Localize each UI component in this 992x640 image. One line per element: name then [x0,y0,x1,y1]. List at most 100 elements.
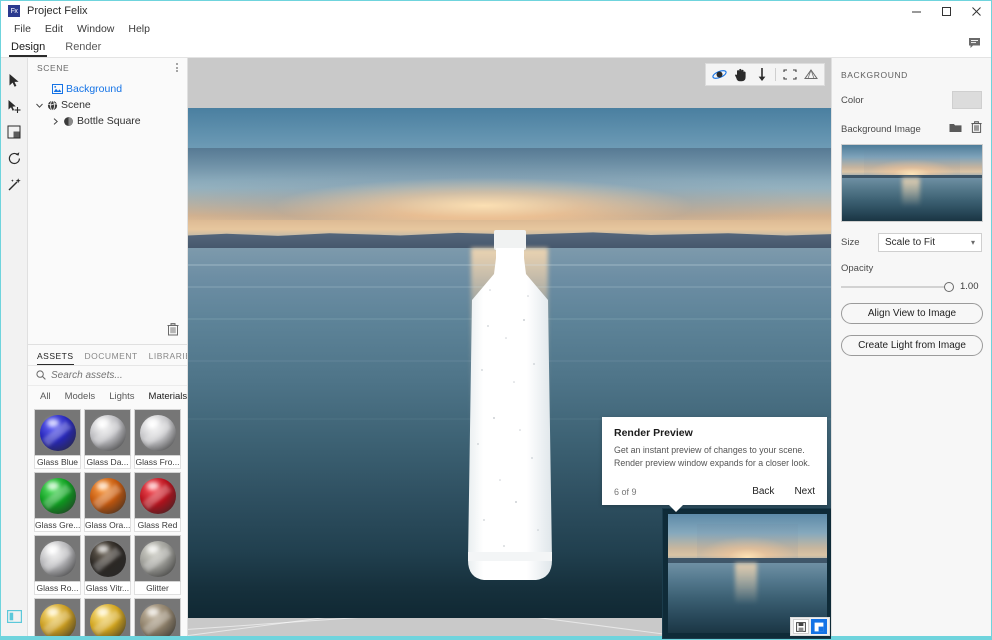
asset-thumbnail[interactable] [34,598,81,639]
maximize-button[interactable] [931,1,961,21]
scene-item-bottle-square[interactable]: Bottle Square [28,113,187,129]
asset-label: Glitter [134,582,181,595]
asset-thumbnail[interactable] [84,598,131,639]
tab-document[interactable]: DOCUMENT [85,351,138,365]
filter-lights[interactable]: Lights [103,389,140,404]
material-sphere-icon [139,540,176,577]
application-window: Fx Project Felix File Edit Window Help D… [0,0,992,640]
save-icon[interactable] [793,619,809,634]
opacity-slider-handle[interactable] [944,281,954,292]
rotate-tool[interactable] [3,145,25,171]
viewport-canvas[interactable] [188,58,831,639]
move-tool[interactable] [3,93,25,119]
minimize-button[interactable] [901,1,931,21]
sun-rays [368,134,651,222]
scale-tool[interactable] [3,119,25,145]
asset-item[interactable]: Gold Cl... [34,598,81,639]
size-select[interactable]: Scale to Fit ▾ [878,233,982,252]
asset-item[interactable]: Glass Vitr... [84,535,131,595]
coach-next-button[interactable]: Next [794,486,815,497]
search-input[interactable] [51,370,169,381]
magic-wand-tool[interactable] [3,171,25,197]
title-bar: Fx Project Felix [1,1,991,21]
properties-panel-title: BACKGROUND [841,70,908,80]
asset-thumbnail[interactable] [134,409,181,456]
render-preview-window[interactable] [662,508,831,639]
chevron-right-icon[interactable] [50,117,61,125]
scene-item-background[interactable]: Background [28,81,187,97]
render-preview-image [668,514,827,633]
tool-rail [1,58,28,639]
asset-item[interactable]: Glass Da... [84,409,131,469]
kebab-menu-icon[interactable] [173,60,181,75]
scene-item-label: Bottle Square [77,115,141,127]
folder-icon[interactable] [949,120,962,138]
asset-thumbnail[interactable] [34,409,81,456]
filter-models[interactable]: Models [59,389,102,404]
menu-bar: File Edit Window Help [1,21,991,37]
asset-item[interactable]: Glass Ora... [84,472,131,532]
asset-thumbnail[interactable] [84,472,131,519]
color-swatch[interactable] [952,91,982,109]
tab-libraries[interactable]: LIBRARIES [149,351,187,365]
asset-item[interactable]: Glitter [134,535,181,595]
create-light-from-image-button[interactable]: Create Light from Image [841,335,983,356]
asset-thumbnail[interactable] [134,535,181,582]
assets-tab-bar: ASSETS DOCUMENT LIBRARIES [28,345,187,366]
coach-tip-arrow [668,504,684,512]
select-tool[interactable] [3,67,25,93]
chevron-down-icon[interactable] [34,103,45,108]
scene-delete-button[interactable] [167,323,179,341]
scene-panel-title: SCENE [37,62,70,73]
material-sphere-icon [39,540,76,577]
asset-thumbnail[interactable] [34,472,81,519]
asset-item[interactable]: Glass Blue [34,409,81,469]
filter-all[interactable]: All [34,389,57,404]
trash-icon[interactable] [971,120,982,138]
opacity-slider[interactable] [841,281,954,292]
asset-item[interactable]: Gold Pol... [84,598,131,639]
tab-render[interactable]: Render [55,41,111,57]
scene-panel: SCENE Background Scene Bottle Square [28,58,188,345]
menu-file[interactable]: File [7,23,38,35]
coach-tip-counter: 6 of 9 [614,486,637,497]
asset-item[interactable]: Glass Ro... [34,535,81,595]
scene-item-label: Scene [61,99,91,111]
coach-tip-body: Get an instant preview of changes to you… [614,445,811,468]
ground-plane-tool[interactable] [800,64,821,85]
image-icon [50,84,64,94]
expand-icon[interactable] [811,619,827,634]
asset-item[interactable]: Glass Gre... [34,472,81,532]
filter-materials[interactable]: Materials [143,389,187,404]
menu-edit[interactable]: Edit [38,23,70,35]
frame-selection-tool[interactable] [779,64,800,85]
asset-label: Glass Ro... [34,582,81,595]
bottle-model[interactable] [454,230,566,592]
window-title: Project Felix [27,5,88,17]
tab-design[interactable]: Design [1,41,55,57]
asset-thumbnail[interactable] [84,535,131,582]
orbit-tool[interactable] [709,64,730,85]
asset-item[interactable]: Glass Fro... [134,409,181,469]
asset-item[interactable]: Granite G... [134,598,181,639]
background-image-thumbnail[interactable] [841,144,983,222]
pan-tool[interactable] [730,64,751,85]
asset-thumbnail[interactable] [134,472,181,519]
dolly-tool[interactable] [751,64,772,85]
asset-thumbnail[interactable] [34,535,81,582]
asset-thumbnail[interactable] [134,598,181,639]
coach-back-button[interactable]: Back [752,486,774,497]
scene-item-scene[interactable]: Scene [28,97,187,113]
asset-label: Glass Blue [34,456,81,469]
assets-grid: Glass Blue Glass Da... Glass Fro... Glass G… [28,406,187,639]
close-button[interactable] [961,1,991,21]
asset-item[interactable]: Glass Red [134,472,181,532]
tab-assets[interactable]: ASSETS [37,351,74,365]
align-view-to-image-button[interactable]: Align View to Image [841,303,983,324]
menu-help[interactable]: Help [121,23,157,35]
material-sphere-icon [139,414,176,451]
asset-thumbnail[interactable] [84,409,131,456]
panel-toggle-button[interactable] [3,603,25,629]
comment-icon[interactable] [968,36,981,54]
menu-window[interactable]: Window [70,23,121,35]
